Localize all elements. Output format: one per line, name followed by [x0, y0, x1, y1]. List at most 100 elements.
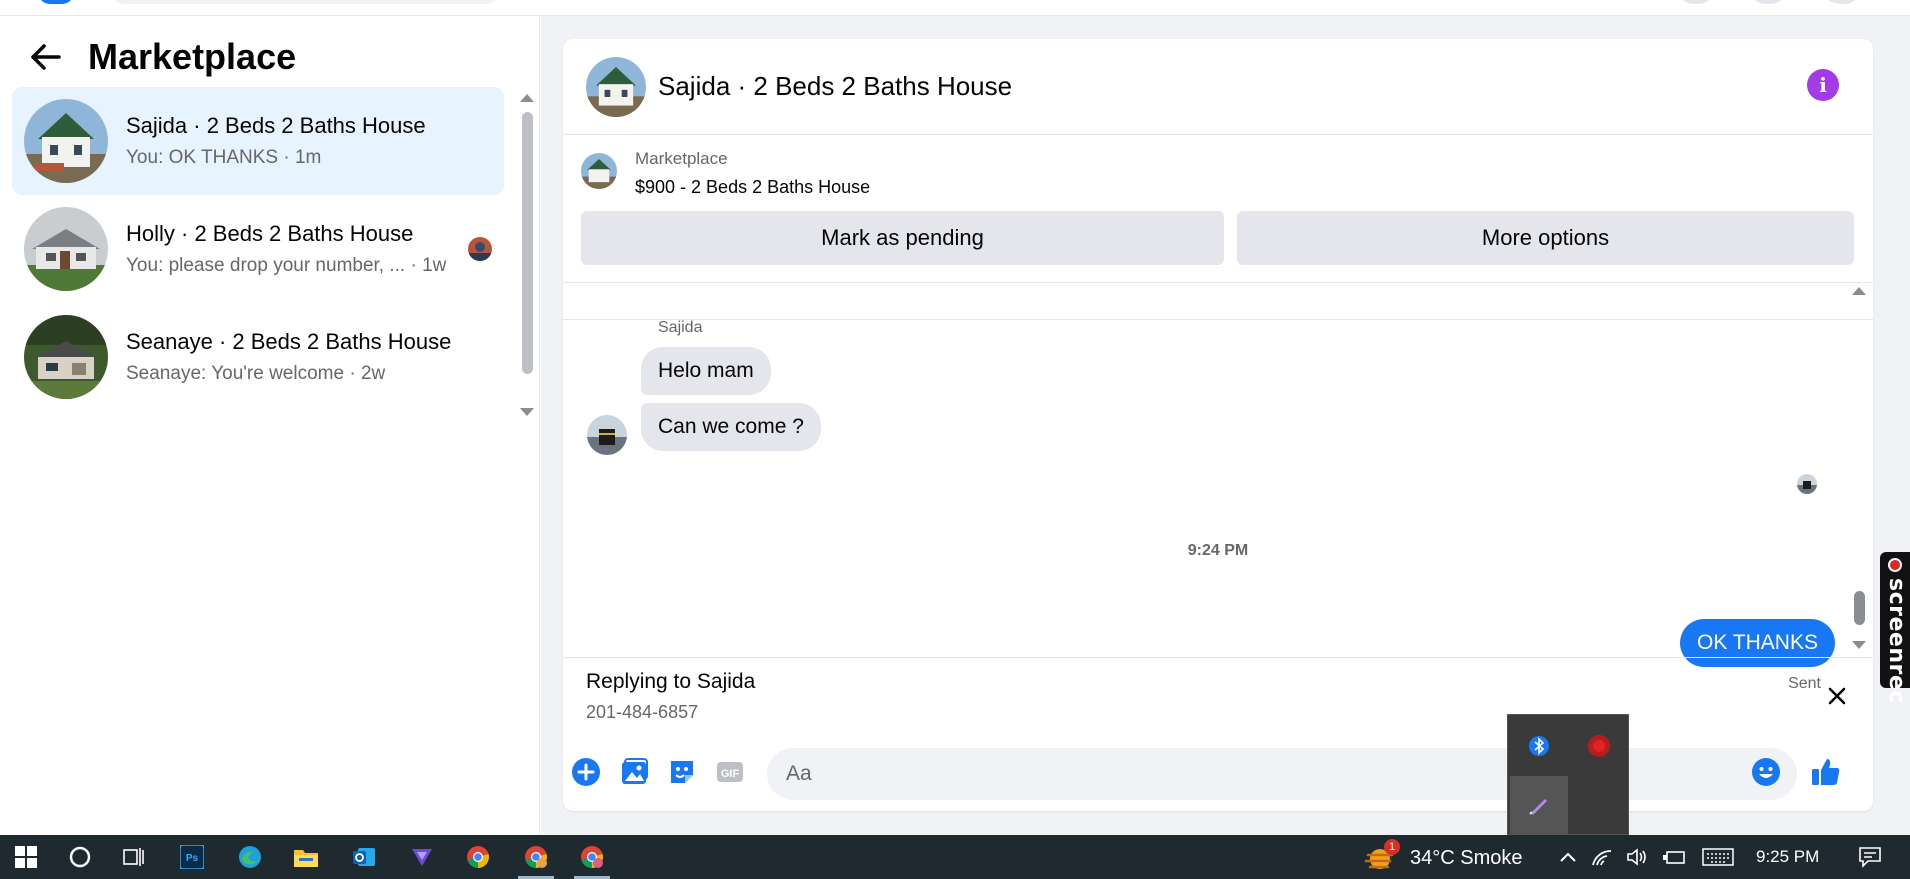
- conversation-list: Sajida · 2 Beds 2 Baths House You: OK TH…: [12, 87, 504, 411]
- listing-thumbnail: [24, 99, 108, 183]
- vpn-button[interactable]: [398, 835, 446, 879]
- network-button[interactable]: [1582, 835, 1622, 879]
- weather-text[interactable]: 34°C Smoke: [1410, 847, 1523, 870]
- emoji-button[interactable]: [1749, 755, 1783, 789]
- volume-button[interactable]: [1618, 835, 1658, 879]
- message-timestamp: 9:24 PM: [1187, 542, 1249, 559]
- sticker-button[interactable]: [665, 755, 699, 789]
- keyboard-button[interactable]: [1694, 835, 1742, 879]
- photoshop-button[interactable]: Ps: [168, 835, 216, 879]
- gif-button[interactable]: GIF: [713, 755, 747, 789]
- gif-icon: GIF: [717, 762, 743, 782]
- conversation-item[interactable]: Holly · 2 Beds 2 Baths House You: please…: [12, 195, 504, 303]
- svg-text:GIF: GIF: [721, 768, 740, 780]
- edge-icon: [239, 846, 261, 868]
- back-arrow-icon: [31, 44, 61, 70]
- panel-header: Marketplace: [28, 36, 296, 78]
- sender-avatar[interactable]: [587, 415, 627, 455]
- sender-name: Sajida: [658, 319, 703, 336]
- conversation-scrollbar[interactable]: [519, 94, 535, 418]
- scrollbar-thumb[interactable]: [1854, 591, 1865, 625]
- conversation-name: Sajida · 2 Beds 2 Baths House: [126, 113, 426, 138]
- chrome-button[interactable]: [454, 835, 502, 879]
- svg-text:Ps: Ps: [186, 853, 199, 864]
- add-button[interactable]: [569, 755, 603, 789]
- taskbar: Ps 1 34°C Smoke 9:25 PM: [0, 835, 1910, 879]
- reply-title: Replying to Sajida: [586, 670, 756, 693]
- recorder-tray-button[interactable]: [1570, 717, 1628, 775]
- messenger-button[interactable]: [1748, 0, 1788, 4]
- action-center-button[interactable]: [1846, 835, 1894, 879]
- marketplace-label: Marketplace: [635, 149, 728, 168]
- top-nav-bar: [0, 0, 1910, 16]
- conversation-name: Holly · 2 Beds 2 Baths House: [126, 221, 414, 246]
- chrome-active-button[interactable]: [568, 835, 616, 879]
- cancel-reply-button[interactable]: [1823, 682, 1851, 710]
- reply-quoted-text: 201-484-6857: [586, 702, 699, 722]
- chrome-icon: [467, 846, 489, 868]
- conversation-item[interactable]: Sajida · 2 Beds 2 Baths House You: OK TH…: [12, 87, 504, 195]
- facebook-logo[interactable]: [38, 0, 74, 4]
- conversation-preview: You: please drop your number, ... · 1w: [126, 255, 447, 276]
- cortana-icon: [69, 846, 91, 868]
- weather-button[interactable]: 1: [1356, 835, 1404, 879]
- chat-title[interactable]: Sajida · 2 Beds 2 Baths House: [658, 71, 1012, 102]
- listing-title[interactable]: $900 - 2 Beds 2 Baths House: [635, 177, 870, 198]
- conversation-name: Seanaye · 2 Beds 2 Baths House: [126, 329, 452, 354]
- attach-image-button[interactable]: [617, 755, 651, 789]
- mark-pending-button[interactable]: Mark as pending: [581, 211, 1224, 265]
- record-icon: [1888, 558, 1902, 572]
- chevron-up-icon: [1560, 852, 1576, 862]
- image-icon: [622, 758, 648, 784]
- incoming-message[interactable]: Can we come ?: [641, 403, 821, 451]
- weather-badge: 1: [1384, 839, 1400, 855]
- message-composer: GIF: [563, 739, 1873, 811]
- back-button[interactable]: [28, 39, 64, 75]
- outlook-button[interactable]: [340, 835, 388, 879]
- file-explorer-icon: [294, 850, 318, 867]
- edge-button[interactable]: [226, 835, 274, 879]
- like-button[interactable]: [1809, 755, 1843, 789]
- conversation-item[interactable]: Seanaye · 2 Beds 2 Baths House Seanaye: …: [12, 303, 504, 411]
- file-explorer-button[interactable]: [282, 835, 330, 879]
- record-icon: [1588, 735, 1610, 757]
- read-receipt-avatar: [1797, 474, 1817, 494]
- tray-overflow-popup: [1507, 714, 1629, 835]
- more-options-button[interactable]: More options: [1237, 211, 1854, 265]
- search-bar[interactable]: [110, 0, 500, 4]
- account-button[interactable]: [1822, 0, 1862, 4]
- chrome-profile-button[interactable]: [512, 835, 560, 879]
- scroll-down-icon[interactable]: [520, 408, 534, 416]
- conversation-preview: Seanaye: You're welcome · 2w: [126, 363, 386, 384]
- bluetooth-icon: [1529, 736, 1549, 756]
- start-button[interactable]: [2, 835, 50, 879]
- task-view-button[interactable]: [110, 835, 158, 879]
- bluetooth-tray-button[interactable]: [1510, 717, 1568, 775]
- battery-icon: [1663, 851, 1685, 864]
- message-input[interactable]: [767, 748, 1797, 800]
- menu-button[interactable]: [1676, 0, 1716, 4]
- scrollbar-thumb[interactable]: [522, 112, 533, 374]
- info-button[interactable]: i: [1807, 69, 1839, 101]
- seen-avatar: [468, 237, 492, 261]
- sticker-icon: [671, 761, 693, 783]
- screenrec-tab[interactable]: screenrec: [1880, 552, 1910, 704]
- scroll-up-icon[interactable]: [520, 94, 534, 102]
- scroll-up-icon[interactable]: [1852, 287, 1866, 295]
- outlook-icon: [353, 848, 375, 866]
- listing-thumbnail: [24, 207, 108, 291]
- vpn-icon: [412, 849, 432, 866]
- incoming-message[interactable]: Helo mam: [641, 347, 771, 395]
- pen-tray-button[interactable]: [1510, 776, 1568, 834]
- scroll-down-icon[interactable]: [1852, 641, 1866, 649]
- listing-thumbnail: [24, 315, 108, 399]
- listing-thumbnail[interactable]: [581, 153, 617, 189]
- clock[interactable]: 9:25 PM: [1756, 847, 1819, 867]
- emoji-icon: [1752, 758, 1780, 786]
- battery-button[interactable]: [1654, 835, 1694, 879]
- keyboard-icon: [1702, 848, 1734, 866]
- message-scrollbar[interactable]: [1851, 283, 1867, 658]
- chat-avatar[interactable]: [586, 56, 646, 117]
- screenrec-label: screenrec: [1884, 578, 1909, 704]
- cortana-button[interactable]: [56, 835, 104, 879]
